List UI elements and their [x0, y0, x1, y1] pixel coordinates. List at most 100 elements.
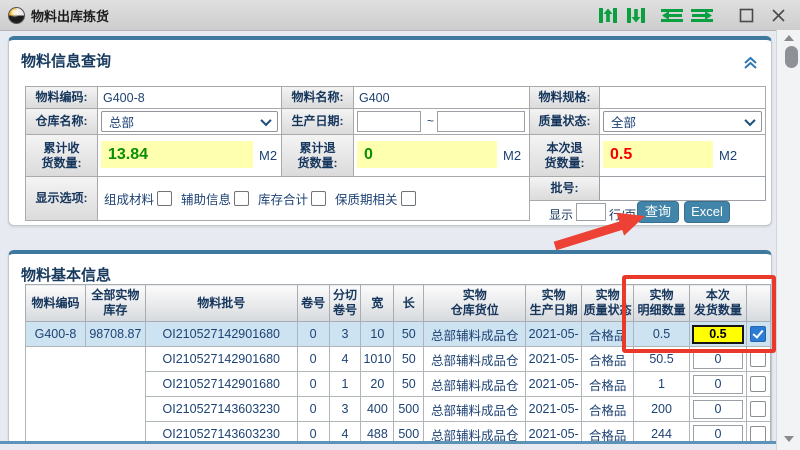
collapse-down-icon[interactable]: [625, 7, 647, 24]
merged-empty-cell: [26, 347, 146, 450]
query-button[interactable]: 查询: [637, 201, 679, 223]
column-header: 卷号: [297, 285, 329, 322]
display-option-label: 保质期相关: [335, 189, 398, 208]
row-checkbox[interactable]: [750, 376, 766, 392]
row-checkbox[interactable]: [750, 401, 766, 417]
window-controls: [594, 0, 800, 30]
table-row[interactable]: G400-898708.87OI210527142901680031050总部辅…: [26, 322, 771, 347]
cell-stock: 98708.87: [85, 322, 145, 347]
ship-qty-input[interactable]: 0.5: [692, 325, 744, 344]
expand-up-icon[interactable]: [597, 7, 619, 24]
cell-detail-qty: 200: [634, 397, 690, 422]
cell-quality: 合格品: [582, 372, 634, 397]
display-option: 组成材料: [104, 189, 172, 208]
column-header: 分切 卷号: [329, 285, 361, 322]
ship-qty-input[interactable]: 0: [693, 350, 743, 369]
dialog-window: 物料出库拣货 物料信息查询: [0, 0, 800, 450]
rows-per-page-prefix: 显示: [549, 206, 573, 223]
total-returned-unit: M2: [503, 148, 521, 163]
column-header: 本次 发货数量: [689, 285, 746, 322]
cell-prod-date: 2021-05-: [526, 347, 582, 372]
warehouse-select-value: 总部: [109, 112, 134, 131]
cell-location: 总部辅料成品仓: [424, 397, 526, 422]
cell-batch: OI210527142901680: [145, 322, 297, 347]
chevron-down-icon: [744, 114, 755, 125]
collapse-panel-icon[interactable]: [743, 56, 758, 75]
cell-slit: 3: [329, 397, 361, 422]
date-to-input[interactable]: [437, 111, 525, 132]
cell-roll: 0: [297, 372, 329, 397]
quality-status-select[interactable]: 全部: [603, 111, 762, 132]
row-checkbox[interactable]: [750, 426, 766, 442]
window-scrollbar[interactable]: [776, 30, 800, 450]
cell-batch: OI210527142901680: [145, 372, 297, 397]
total-received-value: 13.84: [101, 141, 253, 168]
window-title: 物料出库拣货: [31, 6, 109, 25]
column-header: 实物 质量状态: [582, 285, 634, 322]
titlebar[interactable]: 物料出库拣货: [0, 0, 800, 31]
scrollbar-thumb[interactable]: [785, 46, 798, 68]
quality-status-select-value: 全部: [611, 112, 636, 131]
cell-roll: 0: [297, 322, 329, 347]
cell-slit: 4: [329, 347, 361, 372]
cell-detail-qty: 1: [634, 372, 690, 397]
cell-width: 400: [361, 397, 394, 422]
total-received-label: 累计收 货数量:: [25, 134, 98, 177]
cell-location: 总部辅料成品仓: [424, 372, 526, 397]
row-checkbox[interactable]: [750, 326, 766, 342]
batch-no-input[interactable]: [599, 176, 766, 201]
display-option-checkbox[interactable]: [157, 191, 172, 206]
cell-quality: 合格品: [582, 322, 634, 347]
total-returned-label: 累计退 货数量:: [281, 134, 354, 177]
cell-slit: 1: [329, 372, 361, 397]
detail-header-row: 物料编码全部实物 库存物料批号卷号分切 卷号宽长实物 仓库货位实物 生产日期实物…: [26, 285, 771, 322]
warehouse-select[interactable]: 总部: [101, 111, 278, 132]
detail-panel: 物料基本信息 物料编码全部实物 库存物料批号卷号分切 卷号宽长实物 仓库货位实物…: [8, 250, 772, 446]
row-checkbox[interactable]: [750, 351, 766, 367]
column-header: 全部实物 库存: [85, 285, 145, 322]
display-options-label: 显示选项:: [25, 176, 98, 221]
cell-detail-qty: 0.5: [634, 322, 690, 347]
display-option-label: 库存合计: [258, 189, 308, 208]
expand-right-icon[interactable]: [690, 7, 714, 24]
cell-batch: OI210527143603230: [145, 397, 297, 422]
rows-per-page-input[interactable]: [576, 203, 606, 221]
total-returned-value: 0: [357, 141, 497, 168]
table-row[interactable]: OI21052714290168004101050总部辅料成品仓2021-05-…: [26, 347, 771, 372]
material-name-value[interactable]: G400: [353, 86, 530, 109]
cell-detail-qty: 50.5: [634, 347, 690, 372]
cell-batch: OI210527142901680: [145, 347, 297, 372]
cell-prod-date: 2021-05-: [526, 372, 582, 397]
cell-slit: 3: [329, 322, 361, 347]
scroll-up-icon[interactable]: [784, 35, 794, 41]
material-code-value[interactable]: G400-8: [97, 86, 282, 109]
display-option-checkbox[interactable]: [311, 191, 326, 206]
cell-length: 50: [394, 322, 424, 347]
column-header: 物料批号: [145, 285, 297, 322]
cell-prod-date: 2021-05-: [526, 397, 582, 422]
close-button[interactable]: [771, 8, 786, 23]
column-header: 宽: [361, 285, 394, 322]
check-icon: [753, 327, 764, 339]
cell-width: 20: [361, 372, 394, 397]
display-option-label: 组成材料: [104, 189, 154, 208]
cell-location: 总部辅料成品仓: [424, 322, 526, 347]
scroll-down-icon[interactable]: [784, 436, 794, 442]
display-option-checkbox[interactable]: [401, 191, 416, 206]
display-option: 辅助信息: [181, 189, 249, 208]
ship-qty-input[interactable]: 0: [693, 375, 743, 394]
cell-location: 总部辅料成品仓: [424, 347, 526, 372]
collapse-left-icon[interactable]: [660, 7, 684, 24]
cell-length: 50: [394, 372, 424, 397]
cell-length: 500: [394, 397, 424, 422]
prod-date-label: 生产日期:: [281, 108, 354, 135]
display-option-checkbox[interactable]: [234, 191, 249, 206]
dialog-bottom-margin: [0, 444, 776, 450]
material-spec-label: 物料规格:: [529, 86, 600, 109]
date-from-input[interactable]: [357, 111, 421, 132]
excel-button[interactable]: Excel: [684, 201, 730, 223]
maximize-button[interactable]: [739, 8, 754, 23]
material-spec-value[interactable]: [599, 86, 766, 109]
ship-qty-input[interactable]: 0: [693, 400, 743, 419]
batch-no-label: 批号:: [529, 176, 600, 201]
